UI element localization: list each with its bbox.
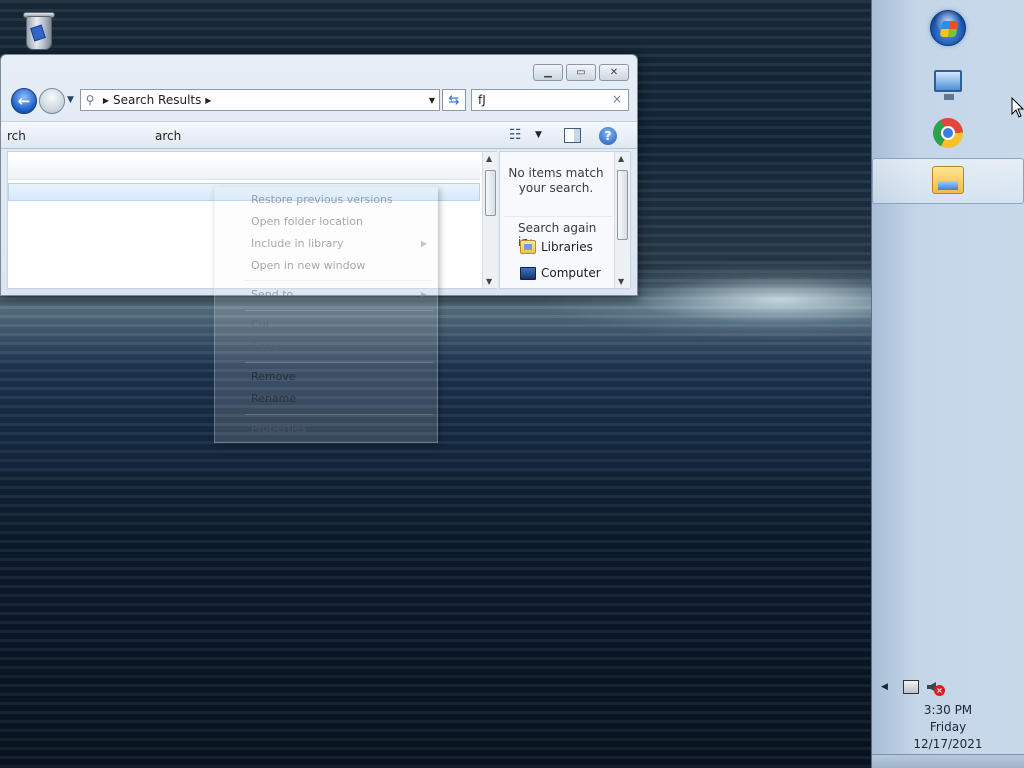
context-menu: Restore previous versions Open folder lo… bbox=[214, 187, 438, 443]
minimize-icon: ▁ bbox=[544, 67, 552, 78]
forward-button[interactable] bbox=[39, 88, 65, 114]
address-bar[interactable]: ⚲ ▶ Search Results ▶ ▼ bbox=[80, 89, 440, 111]
context-menu-item[interactable]: Copy bbox=[251, 340, 279, 353]
context-menu-item[interactable]: Restore previous versions bbox=[251, 193, 393, 206]
scroll-up-icon[interactable]: ▲ bbox=[618, 154, 624, 163]
computer-icon bbox=[520, 266, 536, 280]
recycle-bin-icon[interactable] bbox=[18, 6, 60, 54]
back-button[interactable]: ← bbox=[11, 88, 37, 114]
close-button[interactable]: ✕ bbox=[599, 64, 629, 81]
address-dropdown-icon[interactable]: ▼ bbox=[429, 96, 435, 105]
start-orb-icon[interactable] bbox=[930, 10, 966, 46]
views-dropdown-icon[interactable]: ▼ bbox=[535, 130, 542, 140]
taskbar: ◀ × 3:30 PM Friday 12/17/2021 bbox=[871, 0, 1024, 768]
computer-label: Computer bbox=[541, 266, 601, 280]
breadcrumb-arrow-icon[interactable]: ▶ bbox=[99, 96, 113, 105]
maximize-button[interactable]: ▭ bbox=[566, 64, 596, 81]
file-list-scrollbar[interactable]: ▲ ▼ bbox=[482, 152, 498, 288]
context-menu-item[interactable]: Remove bbox=[251, 370, 296, 383]
side-panel-scrollbar[interactable]: ▲ ▼ bbox=[614, 152, 630, 288]
refresh-button[interactable]: ⇆ bbox=[442, 89, 466, 111]
search-again-libraries[interactable]: Libraries bbox=[520, 240, 593, 254]
show-desktop-button[interactable] bbox=[872, 754, 1024, 768]
libraries-icon bbox=[520, 240, 536, 254]
command-bar-text-2[interactable]: arch bbox=[155, 129, 181, 143]
change-view-icon[interactable]: ☷ bbox=[509, 127, 522, 143]
help-icon[interactable]: ? bbox=[599, 127, 617, 145]
search-input-value: fJ bbox=[478, 93, 486, 107]
menu-separator bbox=[245, 310, 433, 311]
context-menu-item[interactable]: Open in new window bbox=[251, 259, 365, 272]
windows-explorer-icon bbox=[932, 166, 964, 194]
search-folder-icon: ⚲ bbox=[85, 93, 95, 107]
search-again-computer[interactable]: Computer bbox=[520, 266, 601, 280]
context-menu-item[interactable]: Include in library bbox=[251, 237, 343, 250]
breadcrumb-arrow-icon[interactable]: ▶ bbox=[201, 96, 215, 105]
no-items-message: No items match your search. bbox=[508, 166, 604, 195]
command-bar-text-1[interactable]: rch bbox=[7, 129, 26, 143]
taskbar-button-explorer[interactable] bbox=[872, 158, 1024, 204]
clock-time: 3:30 PM bbox=[923, 703, 973, 717]
libraries-label: Libraries bbox=[541, 240, 593, 254]
caption-buttons: ▁ ▭ ✕ bbox=[533, 64, 629, 81]
monitor-icon bbox=[934, 70, 962, 100]
context-menu-item[interactable]: Send to bbox=[251, 288, 293, 301]
scroll-up-icon[interactable]: ▲ bbox=[486, 154, 492, 163]
context-menu-item[interactable]: Properties bbox=[251, 422, 307, 435]
preview-pane-icon[interactable] bbox=[564, 128, 581, 143]
clock-date: 12/17/2021 bbox=[913, 737, 983, 751]
mute-x-icon: × bbox=[934, 685, 945, 696]
chrome-logo-icon bbox=[933, 118, 963, 148]
context-menu-item[interactable]: Open folder location bbox=[251, 215, 363, 228]
scroll-down-icon[interactable]: ▼ bbox=[486, 277, 492, 286]
column-header[interactable] bbox=[8, 160, 480, 180]
menu-separator bbox=[245, 414, 433, 415]
chrome-icon[interactable] bbox=[930, 115, 966, 151]
menu-separator bbox=[245, 362, 433, 363]
show-hidden-icons-icon[interactable]: ◀ bbox=[881, 682, 888, 692]
search-suggestions-panel: No items match your search. Search again… bbox=[499, 151, 631, 289]
refresh-icon: ⇆ bbox=[448, 92, 460, 108]
minimize-button[interactable]: ▁ bbox=[533, 64, 563, 81]
recent-pages-dropdown[interactable]: ▼ bbox=[67, 95, 74, 105]
windows-flag-icon bbox=[939, 21, 959, 37]
scroll-thumb[interactable] bbox=[617, 170, 628, 240]
context-menu-item[interactable]: Cut bbox=[251, 318, 270, 331]
back-arrow-icon: ← bbox=[17, 92, 31, 110]
clock-day: Friday bbox=[929, 720, 967, 734]
breadcrumb-search-results[interactable]: Search Results bbox=[113, 93, 201, 107]
menu-separator bbox=[245, 280, 433, 281]
chevron-down-icon: ▼ bbox=[67, 95, 74, 105]
volume-muted-icon[interactable]: × bbox=[927, 678, 945, 696]
scroll-thumb[interactable] bbox=[485, 170, 496, 216]
command-bar: rch arch ☷ ▼ ? bbox=[1, 121, 637, 149]
search-input[interactable]: fJ × bbox=[471, 89, 629, 111]
mouse-cursor-icon bbox=[1011, 97, 1024, 118]
close-icon: ✕ bbox=[609, 67, 619, 78]
scroll-down-icon[interactable]: ▼ bbox=[618, 277, 624, 286]
maximize-icon: ▭ bbox=[576, 67, 586, 78]
submenu-arrow-icon: ▶ bbox=[420, 239, 427, 248]
network-icon[interactable] bbox=[903, 680, 919, 694]
remote-desktop-icon[interactable] bbox=[930, 66, 966, 102]
context-menu-item[interactable]: Rename bbox=[251, 392, 296, 405]
submenu-arrow-icon: ▶ bbox=[420, 290, 427, 299]
navigation-bar: ← ▼ ⚲ ▶ Search Results ▶ ▼ ⇆ fJ × bbox=[9, 86, 629, 114]
clear-search-icon[interactable]: × bbox=[612, 92, 622, 106]
system-clock[interactable]: 3:30 PM Friday 12/17/2021 bbox=[872, 702, 1024, 753]
